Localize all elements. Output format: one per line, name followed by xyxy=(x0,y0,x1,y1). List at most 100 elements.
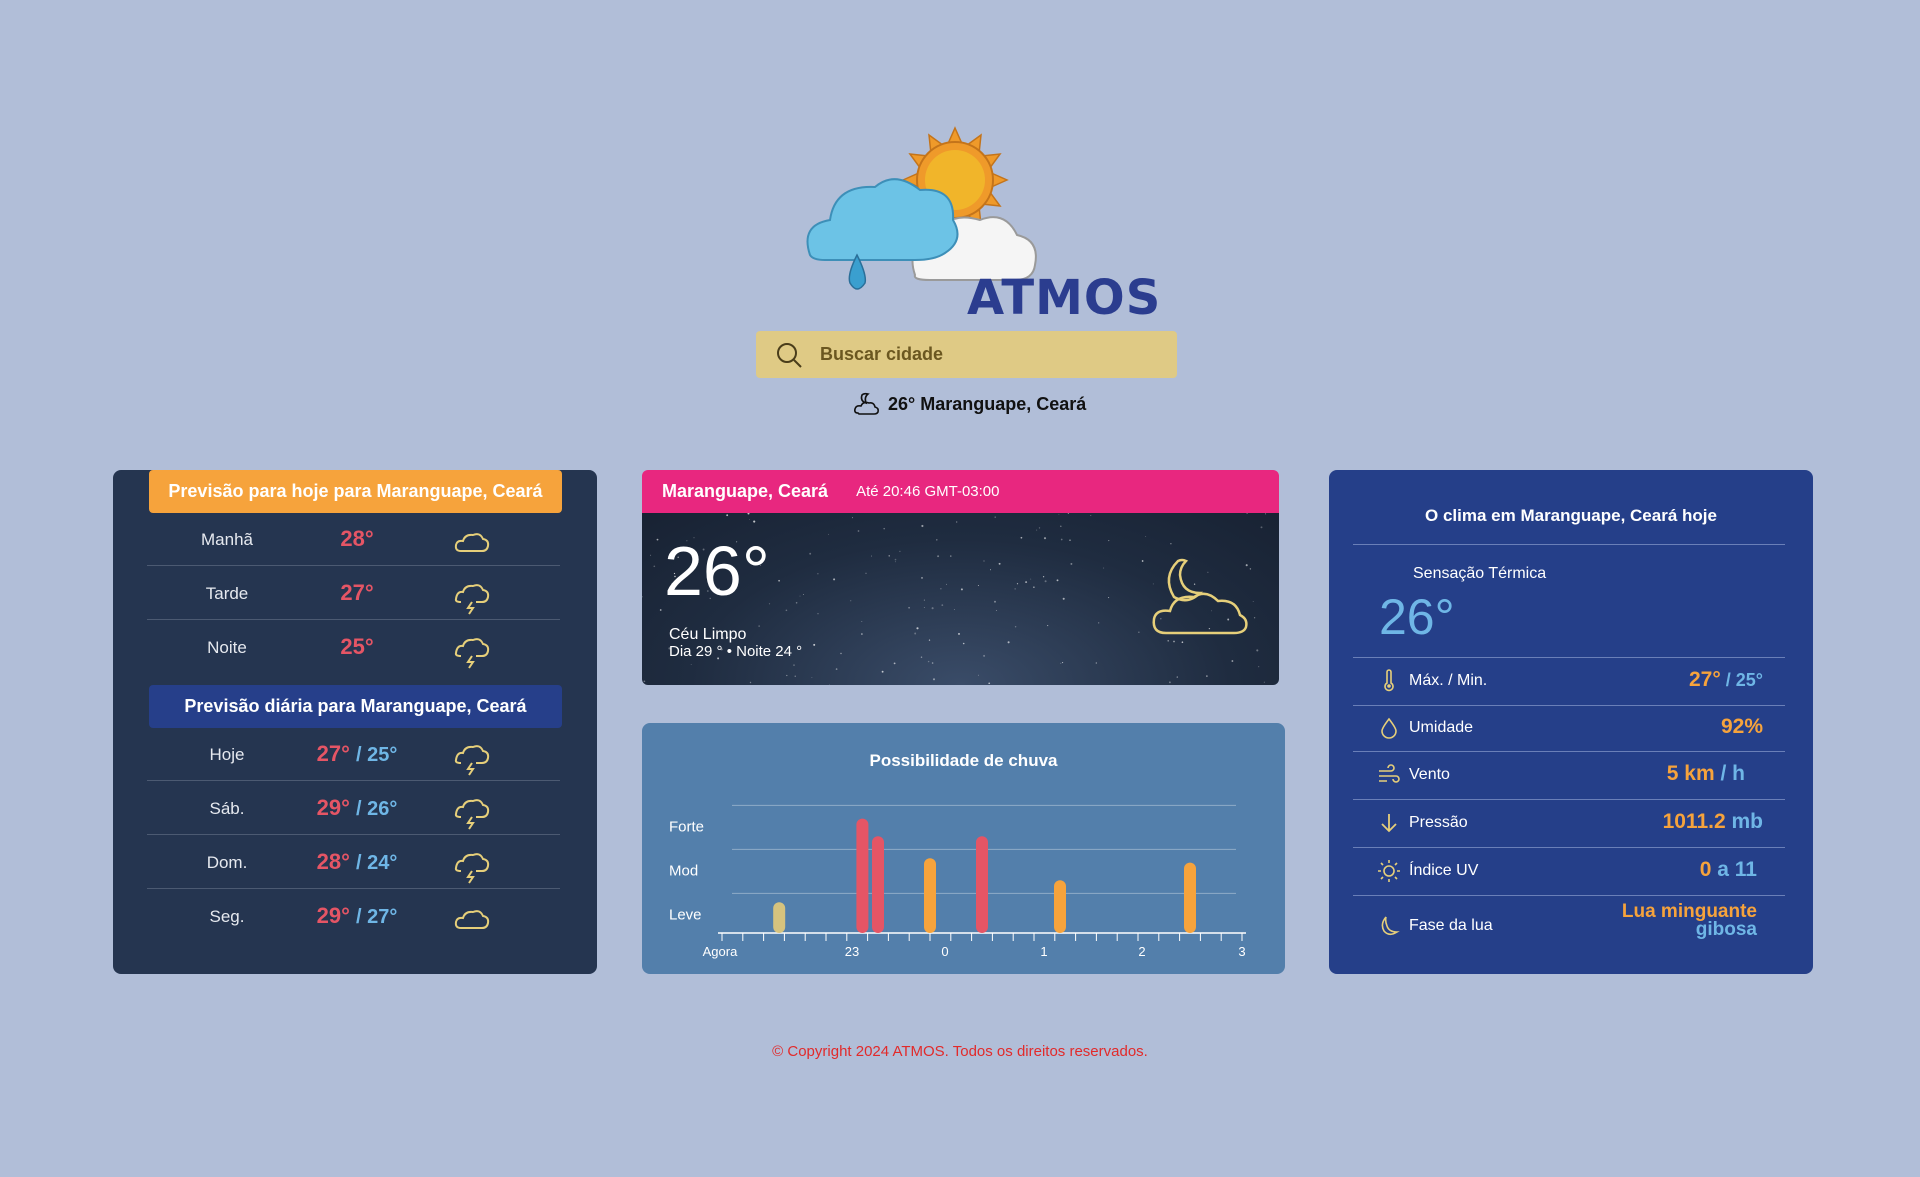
today-forecast-row: Noite 25° xyxy=(147,621,560,674)
x-tick-label: 2 xyxy=(1138,944,1145,959)
day-label: Dom. xyxy=(206,853,248,872)
star xyxy=(1020,536,1023,539)
star xyxy=(794,675,796,677)
search-input[interactable] xyxy=(820,344,1140,365)
star xyxy=(899,550,901,553)
star xyxy=(1176,676,1178,678)
wind-row: Vento 5 km / h xyxy=(1353,752,1785,799)
wind-label: Vento xyxy=(1409,766,1450,783)
star xyxy=(920,656,923,658)
divider xyxy=(1353,544,1785,545)
star xyxy=(1038,527,1041,529)
star xyxy=(941,604,944,606)
star xyxy=(1042,576,1045,578)
min-temp: / 25° xyxy=(356,744,398,766)
star xyxy=(923,599,925,601)
search-icon[interactable] xyxy=(774,340,804,370)
star xyxy=(994,516,996,518)
star xyxy=(650,554,652,556)
star xyxy=(870,555,873,557)
sun-icon xyxy=(1378,860,1400,882)
current-temp: 26° xyxy=(664,532,770,610)
current-weather-body: 26° Céu Limpo Dia 29 ° • Noite 24 ° xyxy=(642,513,1279,685)
feels-like-label: Sensação Térmica xyxy=(1413,565,1547,582)
x-tick-label: 23 xyxy=(845,944,859,959)
star xyxy=(852,517,854,519)
star xyxy=(1014,625,1017,628)
star xyxy=(928,639,931,641)
star xyxy=(1016,583,1019,585)
period-label: Tarde xyxy=(205,584,249,603)
thunder-icon xyxy=(454,584,490,615)
star xyxy=(893,662,896,665)
current-weather-card: Maranguape, Ceará Até 20:46 GMT-03:00 26… xyxy=(642,470,1279,685)
x-tick-label: 0 xyxy=(941,944,948,959)
star xyxy=(1253,617,1256,619)
day-temps: 29° / 27° xyxy=(307,903,407,929)
wind-icon xyxy=(1379,764,1400,783)
moon-cloud-icon xyxy=(854,392,879,415)
star xyxy=(778,579,780,582)
today-forecast-title: Previsão para hoje para Maranguape, Cear… xyxy=(149,470,562,513)
day-label: Seg. xyxy=(209,907,245,926)
star xyxy=(931,607,934,610)
star xyxy=(988,682,991,685)
thunder-icon xyxy=(454,799,490,830)
star xyxy=(861,633,863,635)
star xyxy=(748,518,750,520)
maxmin-value: 27° / 25° xyxy=(1689,668,1763,692)
y-level-label: Leve xyxy=(669,906,702,923)
rain-bar xyxy=(773,902,786,933)
star xyxy=(883,527,885,530)
star xyxy=(803,594,804,596)
star xyxy=(1060,525,1062,527)
star xyxy=(747,513,750,515)
star xyxy=(1056,579,1059,582)
y-level-label: Mod xyxy=(669,862,698,879)
daily-forecast-row: Dom. 28° / 24° xyxy=(147,836,560,889)
star xyxy=(861,620,863,622)
star xyxy=(894,561,896,563)
today-forecast-row: Tarde 27° xyxy=(147,567,560,620)
rain-chance-card: Possibilidade de chuva Leve Mod Forte Agora… xyxy=(642,723,1285,974)
min-temp: / 25° xyxy=(1720,670,1763,690)
star xyxy=(1108,597,1110,599)
star xyxy=(659,609,662,611)
maxmin-row: Máx. / Min. 27° / 25° xyxy=(1353,658,1785,705)
star xyxy=(850,600,852,602)
star xyxy=(946,583,947,585)
arrow-down-icon xyxy=(1381,814,1397,833)
rain-bar xyxy=(856,818,869,933)
star xyxy=(1062,597,1065,600)
max-temp: 27° xyxy=(1689,668,1721,691)
search-bar[interactable] xyxy=(756,331,1177,378)
star xyxy=(908,606,910,609)
day-label: Sáb. xyxy=(209,799,245,818)
current-summary: 26° Maranguape, Ceará xyxy=(852,389,1086,419)
star xyxy=(1060,662,1062,664)
star xyxy=(940,588,942,590)
star xyxy=(726,514,729,517)
star xyxy=(983,654,986,657)
star xyxy=(1256,649,1259,652)
star xyxy=(936,539,938,541)
forecast-card: Previsão para hoje para Maranguape, Cear… xyxy=(113,470,597,974)
current-weather-header: Maranguape, Ceará Até 20:46 GMT-03:00 xyxy=(642,470,1279,513)
period-temp: 25° xyxy=(340,634,374,659)
star xyxy=(857,530,860,532)
min-temp: / 24° xyxy=(356,852,398,874)
pressure-unit: mb xyxy=(1725,810,1763,833)
period-label: Noite xyxy=(207,638,247,657)
star xyxy=(840,652,842,655)
humidity-value: 92% xyxy=(1720,715,1763,738)
day-temps: 29° / 26° xyxy=(307,795,407,821)
day-temps: 28° / 24° xyxy=(307,849,407,875)
max-temp: 28° xyxy=(316,849,350,874)
max-temp: 27° xyxy=(316,741,350,766)
star xyxy=(1047,625,1049,627)
brand-title: ATMOS xyxy=(967,270,1162,326)
pressure-number: 1011.2 xyxy=(1662,810,1726,833)
y-level-label: Forte xyxy=(669,818,704,835)
min-temp: / 26° xyxy=(356,798,398,820)
moon-phase-value: Lua minguante gibosa xyxy=(1622,902,1757,939)
